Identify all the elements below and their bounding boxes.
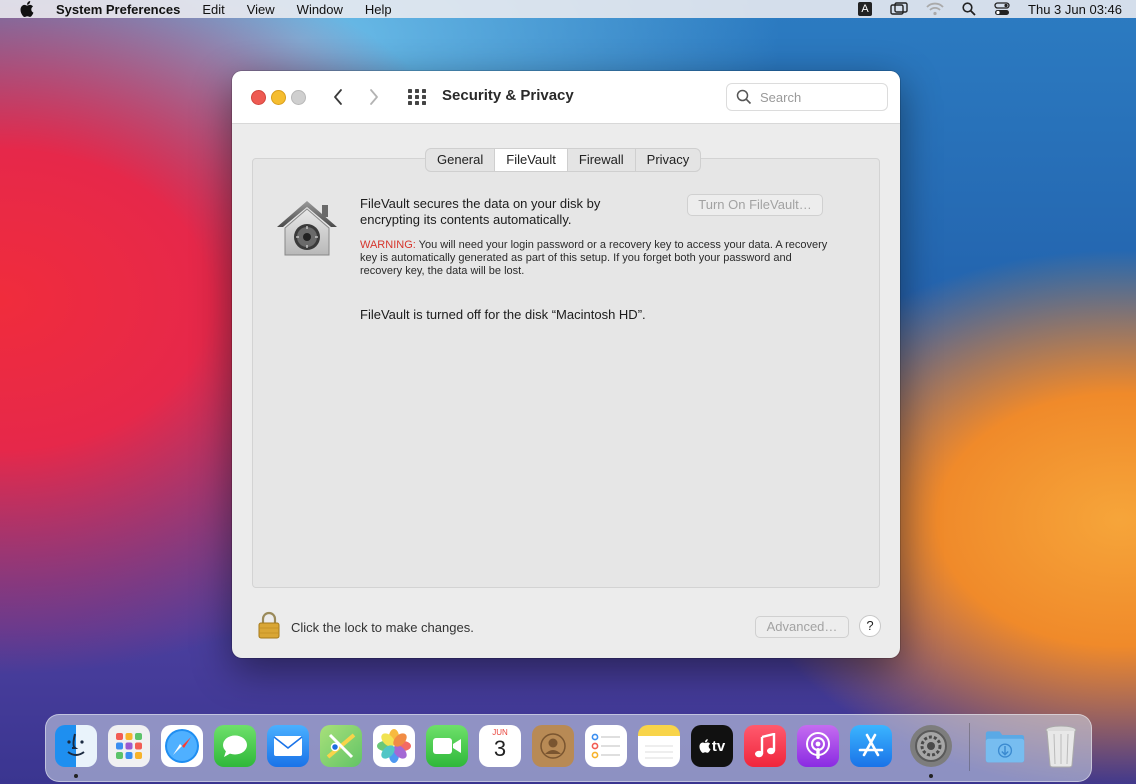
apple-menu-icon[interactable] — [20, 1, 36, 17]
zoom-button[interactable] — [291, 90, 306, 105]
apple-tv-icon[interactable]: tv — [691, 725, 733, 767]
advanced-button[interactable]: Advanced… — [755, 616, 849, 638]
app-store-icon[interactable] — [850, 725, 892, 767]
calendar-icon[interactable]: JUN 3 — [479, 725, 521, 767]
menu-edit[interactable]: Edit — [202, 2, 224, 17]
system-preferences-icon[interactable] — [910, 725, 952, 767]
filevault-house-safe-icon — [275, 199, 339, 262]
help-button[interactable]: ? — [859, 615, 881, 637]
filevault-description: FileVault secures the data on your disk … — [360, 196, 601, 227]
screen-mirroring-icon[interactable] — [890, 2, 908, 16]
search-input[interactable] — [758, 88, 882, 106]
messages-icon[interactable] — [214, 725, 256, 767]
safari-icon[interactable] — [161, 725, 203, 767]
show-all-grid-icon[interactable] — [408, 89, 426, 110]
trash-icon[interactable] — [1040, 725, 1082, 768]
menu-app-name[interactable]: System Preferences — [56, 2, 180, 17]
menu-clock[interactable]: Thu 3 Jun 03:46 — [1028, 2, 1122, 17]
finder-icon[interactable] — [55, 725, 97, 767]
wifi-icon[interactable] — [926, 2, 944, 16]
input-source-label: A — [858, 2, 873, 16]
filevault-warning: WARNING: You will need your login passwo… — [360, 239, 830, 278]
menu-help[interactable]: Help — [365, 2, 392, 17]
padlock-icon[interactable] — [257, 611, 281, 644]
launchpad-icon[interactable] — [108, 725, 150, 767]
dock: JUN 3 tv — [45, 714, 1092, 782]
tab-bar: General FileVault Firewall Privacy — [425, 148, 702, 172]
tab-general[interactable]: General — [426, 149, 496, 171]
photos-icon[interactable] — [373, 725, 415, 767]
back-chevron-icon[interactable] — [332, 88, 344, 111]
close-button[interactable] — [251, 90, 266, 105]
window-title: Security & Privacy — [442, 87, 574, 104]
maps-icon[interactable] — [320, 725, 362, 767]
music-icon[interactable] — [744, 725, 786, 767]
tab-filevault[interactable]: FileVault — [495, 149, 568, 171]
menu-bar: System Preferences Edit View Window Help… — [0, 0, 1136, 18]
forward-chevron-icon[interactable] — [368, 88, 380, 111]
filevault-panel: FileVault secures the data on your disk … — [252, 158, 880, 588]
reminders-icon[interactable] — [585, 725, 627, 767]
notes-icon[interactable] — [638, 725, 680, 767]
menu-view[interactable]: View — [247, 2, 275, 17]
menu-window[interactable]: Window — [297, 2, 343, 17]
finder-running-indicator — [74, 774, 78, 778]
tab-firewall[interactable]: Firewall — [568, 149, 636, 171]
spotlight-search-icon[interactable] — [962, 2, 976, 16]
turn-on-filevault-button[interactable]: Turn On FileVault… — [687, 194, 823, 216]
apple-tv-label: tv — [711, 737, 726, 755]
facetime-icon[interactable] — [426, 725, 468, 767]
security-privacy-window: Security & Privacy General FileVault Fir… — [232, 71, 900, 658]
input-source-icon[interactable]: A — [858, 2, 873, 16]
warning-text: You will need your login password or a r… — [360, 239, 828, 277]
search-field[interactable] — [726, 83, 888, 111]
control-center-icon[interactable] — [994, 2, 1010, 16]
calendar-day: 3 — [493, 736, 507, 761]
minimize-button[interactable] — [271, 90, 286, 105]
system-preferences-running-indicator — [929, 774, 933, 778]
window-toolbar: Security & Privacy — [232, 71, 900, 124]
contacts-icon[interactable] — [532, 725, 574, 767]
filevault-status: FileVault is turned off for the disk “Ma… — [360, 307, 646, 322]
search-icon — [736, 89, 752, 105]
lock-message: Click the lock to make changes. — [291, 620, 474, 635]
podcasts-icon[interactable] — [797, 725, 839, 767]
mail-icon[interactable] — [267, 725, 309, 767]
dock-separator — [969, 723, 970, 771]
tab-privacy[interactable]: Privacy — [636, 149, 701, 171]
warning-label: WARNING: — [360, 239, 416, 251]
downloads-folder-icon[interactable] — [984, 725, 1026, 767]
